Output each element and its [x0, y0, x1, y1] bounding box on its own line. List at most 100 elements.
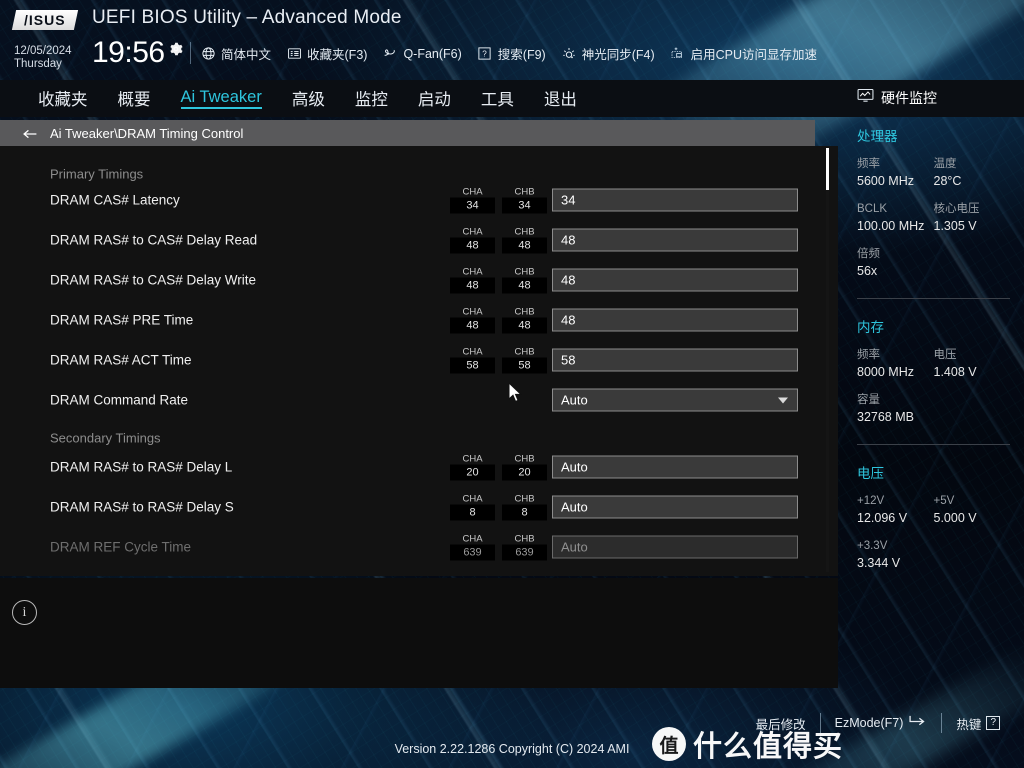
channel-b-value: 48	[502, 237, 547, 254]
hotkeys-label: 热键	[956, 717, 982, 732]
help-panel: i	[0, 578, 838, 688]
resizable-bar-icon	[670, 46, 686, 62]
channel-a-readout: CHA 48	[450, 227, 495, 254]
hw-value: 32768 MB	[857, 410, 914, 424]
tab-monitor[interactable]: 监控	[355, 86, 388, 112]
aura-sync-label: 神光同步(F4)	[581, 48, 655, 62]
hw-metric-12v: +12V 12.096 V	[857, 493, 934, 527]
asus-logo-text: /ISUS	[24, 12, 66, 28]
setting-label: DRAM RAS# to CAS# Delay Read	[50, 232, 258, 248]
tab-ai-tweaker[interactable]: Ai Tweaker	[180, 88, 262, 109]
ezmode-button[interactable]: EzMode(F7)	[821, 715, 942, 731]
setting-dram-command-rate: DRAM Command Rate Auto	[0, 380, 838, 420]
setting-input[interactable]: 48	[552, 308, 798, 332]
aura-sync-button[interactable]: 神光同步(F4)	[561, 44, 655, 63]
hw-row: 频率 5600 MHz 温度 28°C	[857, 156, 1010, 190]
hw-value: 5600 MHz	[857, 174, 914, 188]
back-arrow-icon[interactable]	[22, 127, 38, 139]
hw-key: +12V	[857, 495, 885, 507]
channel-b-label: CHB	[514, 453, 535, 465]
hw-key: 容量	[857, 394, 880, 406]
setting-label: DRAM REF Cycle Time	[50, 539, 192, 555]
channel-b-readout: CHB 48	[502, 267, 547, 294]
last-modified-label: 最后修改	[755, 717, 806, 732]
chevron-down-icon	[778, 397, 788, 403]
favorites-button[interactable]: 收藏夹(F3)	[286, 44, 367, 63]
setting-input[interactable]: 34	[552, 188, 798, 212]
setting-input[interactable]: 48	[552, 268, 798, 292]
language-button[interactable]: 简体中文	[200, 44, 271, 63]
setting-input[interactable]: 48	[552, 228, 798, 252]
setting-input[interactable]: 58	[552, 348, 798, 372]
channel-a-value: 20	[450, 464, 495, 481]
hotkeys-key-icon: ?	[986, 716, 1000, 730]
settings-scrollbar-thumb[interactable]	[826, 148, 829, 190]
channel-b-value: 8	[502, 504, 547, 521]
hw-row: 容量 32768 MB	[857, 392, 1010, 426]
header-quick-actions: 简体中文 收藏夹(F3) Q-Fan(F6) ? 搜索(F9) 神光同步(F4)…	[200, 44, 817, 63]
setting-input[interactable]: Auto	[552, 495, 798, 519]
channel-a-readout: CHA 639	[450, 534, 495, 561]
tab-boot[interactable]: 启动	[418, 86, 451, 112]
channel-a-label: CHA	[462, 226, 483, 238]
setting-dram-ras-to-ras-delay-l: DRAM RAS# to RAS# Delay L CHA 20 CHB 20 …	[0, 447, 838, 487]
setting-dram-cas-latency: DRAM CAS# Latency CHA 34 CHB 34 34	[0, 180, 838, 220]
channel-a-readout: CHA 34	[450, 187, 495, 214]
hw-metric-3-3v: +3.3V 3.344 V	[857, 538, 934, 572]
qfan-button[interactable]: Q-Fan(F6)	[382, 46, 462, 62]
channel-b-readout: CHB 34	[502, 187, 547, 214]
info-circle-icon[interactable]: i	[12, 600, 37, 625]
setting-dram-ref-cycle-time: DRAM REF Cycle Time CHA 639 CHB 639 Auto	[0, 527, 838, 567]
setting-label: DRAM RAS# to RAS# Delay L	[50, 459, 233, 475]
setting-label: DRAM RAS# ACT Time	[50, 352, 192, 368]
setting-label: DRAM CAS# Latency	[50, 192, 180, 208]
gear-icon[interactable]	[168, 41, 184, 57]
tab-favorites[interactable]: 收藏夹	[38, 86, 88, 112]
settings-panel: Primary Timings DRAM CAS# Latency CHA 34…	[0, 146, 838, 576]
hw-value: 3.344 V	[857, 556, 901, 570]
last-modified-button[interactable]: 最后修改	[742, 714, 820, 733]
hw-value: 12.096 V	[857, 511, 908, 525]
hw-value: 28°C	[933, 174, 962, 188]
channel-a-readout: CHA 48	[450, 307, 495, 334]
tab-tool[interactable]: 工具	[481, 86, 514, 112]
channel-b-value: 48	[502, 317, 547, 334]
hw-metric-bclk: BCLK 100.00 MHz	[857, 201, 934, 235]
hw-row: +3.3V 3.344 V	[857, 538, 1010, 572]
channel-a-readout: CHA 8	[450, 494, 495, 521]
hw-key: 频率	[857, 158, 880, 170]
fan-icon	[382, 46, 398, 62]
hw-key: +3.3V	[857, 540, 888, 552]
hw-metric-ratio: 倍频 56x	[857, 246, 934, 280]
channel-b-readout: CHB 48	[502, 307, 547, 334]
resizable-bar-button[interactable]: 启用CPU访问显存加速	[670, 44, 817, 63]
qfan-label: Q-Fan(F6)	[403, 46, 462, 61]
hotkeys-button[interactable]: 热键 ?	[942, 714, 1014, 733]
tab-exit[interactable]: 退出	[544, 86, 577, 112]
channel-a-label: CHA	[462, 306, 483, 318]
channel-a-value: 48	[450, 237, 495, 254]
group-label: Secondary Timings	[50, 430, 161, 446]
tab-main[interactable]: 概要	[118, 86, 151, 112]
channel-b-value: 639	[502, 544, 547, 561]
setting-input[interactable]: Auto	[552, 455, 798, 479]
hw-value: 100.00 MHz	[857, 219, 925, 233]
channel-b-readout: CHB 639	[502, 534, 547, 561]
header-divider-1	[190, 42, 191, 64]
channel-b-label: CHB	[514, 306, 535, 318]
search-button[interactable]: ? 搜索(F9)	[477, 44, 546, 63]
hardware-monitor-title: 硬件监控	[857, 88, 1010, 108]
hw-metric-cpu-temperature: 温度 28°C	[934, 156, 1011, 190]
bios-version-text: Version 2.22.1286 Copyright (C) 2024 AMI	[394, 742, 630, 756]
tab-advanced[interactable]: 高级	[292, 86, 325, 112]
hw-row: +12V 12.096 V +5V 5.000 V	[857, 493, 1010, 527]
breadcrumb[interactable]: Ai Tweaker\DRAM Timing Control	[0, 120, 815, 146]
aura-light-icon	[561, 46, 577, 62]
globe-icon	[200, 46, 216, 62]
channel-a-readout: CHA 20	[450, 454, 495, 481]
settings-scrollbar-track[interactable]	[826, 148, 829, 572]
setting-input[interactable]: Auto	[552, 535, 798, 559]
hw-key: 倍频	[857, 248, 880, 260]
setting-dropdown[interactable]: Auto	[552, 388, 798, 412]
hw-row: 倍频 56x	[857, 246, 1010, 280]
